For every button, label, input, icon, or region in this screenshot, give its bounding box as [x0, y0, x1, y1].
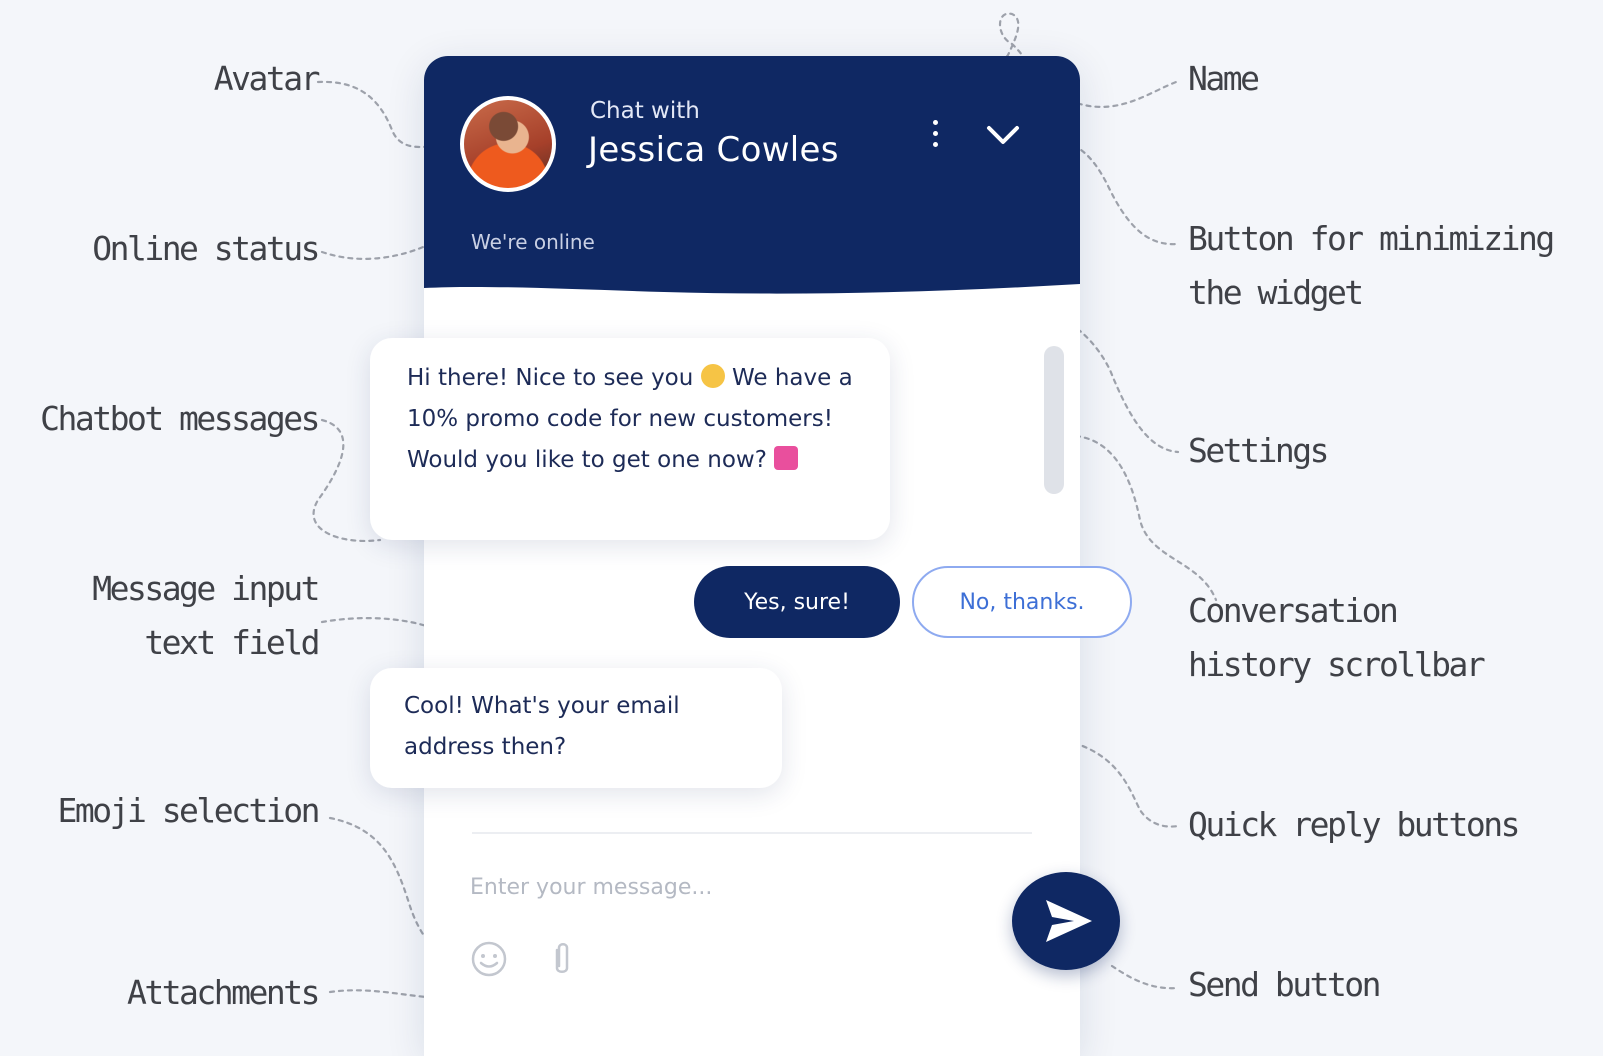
annotation-scrollbar: Conversation history scrollbar — [1188, 584, 1486, 692]
agent-name: Jessica Cowles — [588, 130, 839, 170]
conversation-scrollbar[interactable] — [1044, 346, 1064, 494]
avatar — [460, 96, 556, 192]
annotation-avatar: Avatar — [213, 59, 321, 98]
smiley-icon — [471, 941, 507, 977]
smiling-face-emoji — [700, 364, 725, 388]
annotation-name: Name — [1188, 59, 1260, 98]
annotation-message-input-line2: text field — [144, 623, 320, 662]
annotation-quick-reply: Quick reply buttons — [1188, 805, 1521, 844]
message-input[interactable] — [470, 862, 990, 912]
annotation-online-status: Online status — [92, 229, 320, 268]
emoji-button[interactable] — [470, 940, 508, 978]
shopping-bags-emoji — [774, 446, 799, 470]
input-divider — [472, 832, 1032, 834]
settings-button[interactable] — [928, 120, 942, 154]
chat-widget: Chat with Jessica Cowles We're online — [424, 56, 1080, 1056]
attach-button[interactable] — [548, 940, 576, 978]
annotation-emoji-selection: Emoji selection — [57, 791, 320, 830]
online-status: We're online — [471, 230, 595, 254]
send-arrow-icon — [1046, 900, 1092, 942]
annotation-minimize: Button for minimizing the widget — [1188, 212, 1555, 320]
quick-reply-yes-button[interactable]: Yes, sure! — [694, 566, 900, 638]
annotation-attachments: Attachments — [126, 973, 321, 1012]
chatbot-message-1-text-a: Hi there! Nice to see you — [407, 365, 694, 391]
annotated-chat-widget-diagram: Avatar Online status Chatbot messages Me… — [0, 0, 1603, 1056]
quick-reply-no-button[interactable]: No, thanks. — [912, 566, 1132, 638]
annotation-message-input-line1: Message input — [92, 569, 320, 608]
minimize-button[interactable] — [984, 120, 1022, 150]
chatbot-message-1: Hi there! Nice to see you We have a 10% … — [370, 338, 890, 540]
annotation-message-input: Message input text field — [92, 562, 320, 670]
annotation-scrollbar-line2: history scrollbar — [1188, 645, 1486, 684]
kebab-icon — [928, 120, 942, 147]
send-button[interactable] — [1012, 872, 1120, 970]
annotation-settings: Settings — [1188, 431, 1329, 470]
annotation-minimize-line2: the widget — [1188, 273, 1364, 312]
chevron-down-icon — [987, 126, 1019, 144]
annotation-minimize-line1: Button for minimizing — [1188, 219, 1555, 258]
chatbot-message-2: Cool! What's your email address then? — [370, 668, 782, 788]
annotation-scrollbar-line1: Conversation — [1188, 591, 1399, 630]
annotation-send-button: Send button — [1188, 965, 1382, 1004]
chat-with-label: Chat with — [590, 98, 700, 124]
annotation-chatbot-messages: Chatbot messages — [40, 399, 320, 438]
connector-send — [1110, 964, 1180, 990]
chatbot-message-2-text: Cool! What's your email address then? — [404, 693, 680, 760]
paperclip-icon — [555, 943, 569, 973]
